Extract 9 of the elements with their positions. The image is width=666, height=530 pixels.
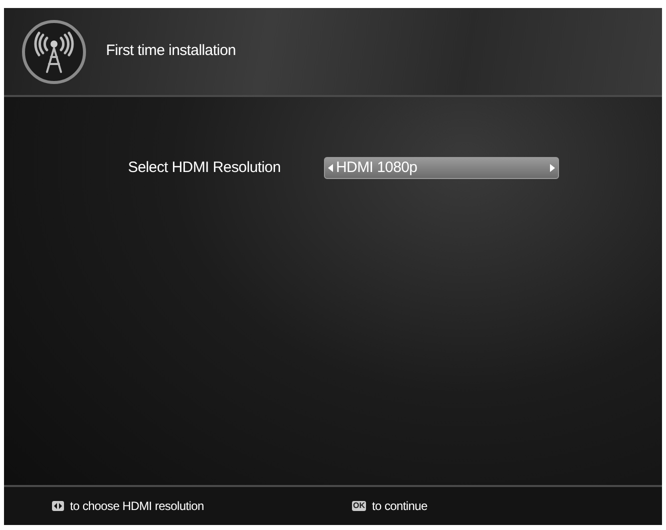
hint-text: to choose HDMI resolution xyxy=(70,498,204,515)
setting-label: Select HDMI Resolution xyxy=(128,158,282,178)
ok-key: OK xyxy=(352,501,366,511)
hint-text: to continue xyxy=(372,498,428,515)
left-arrow-icon xyxy=(328,164,333,172)
screen-title: First time installation xyxy=(106,41,236,62)
right-arrow-icon xyxy=(550,164,555,172)
resolution-selector[interactable]: HDMI 1080p xyxy=(324,157,559,180)
left-right-key-icon xyxy=(52,501,64,511)
